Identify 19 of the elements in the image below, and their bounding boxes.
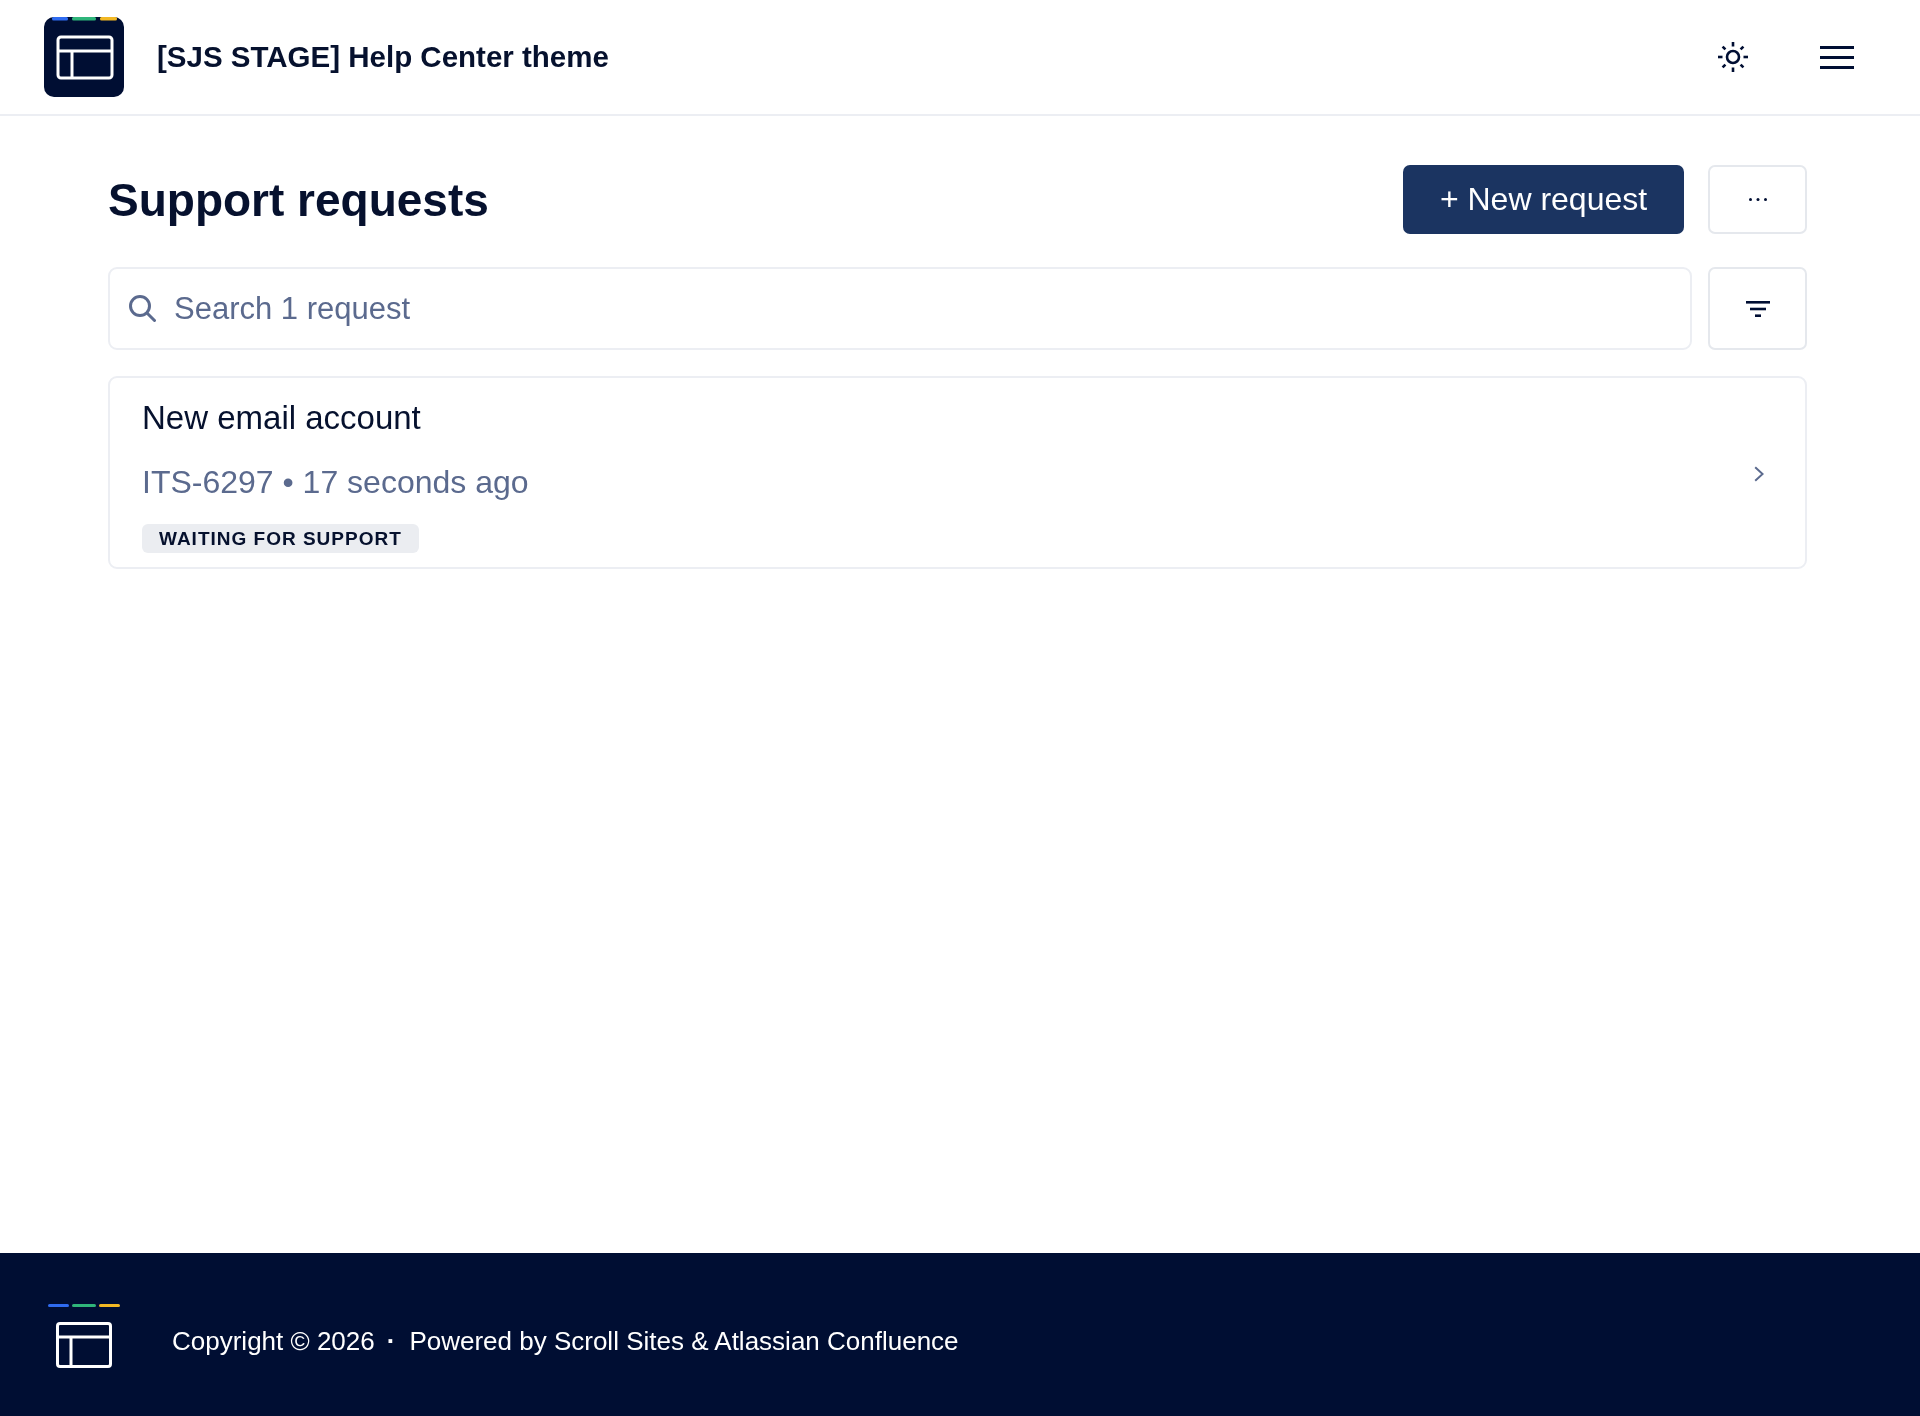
copyright-text: Copyright © 2026 [172, 1326, 375, 1357]
request-title: New email account [142, 398, 421, 438]
site-title[interactable]: [SJS STAGE] Help Center theme [157, 40, 609, 74]
status-badge: WAITING FOR SUPPORT [142, 524, 419, 553]
logo-icon[interactable] [48, 1304, 120, 1369]
search-icon [128, 294, 156, 322]
request-meta: ITS-6297 • 17 seconds ago [142, 463, 529, 502]
menu-icon[interactable] [1820, 45, 1854, 69]
chevron-right-icon [1754, 465, 1764, 482]
request-card[interactable]: New email account ITS-6297 • 17 seconds ago WAITING FOR SUPPORT [108, 376, 1807, 569]
new-request-button[interactable]: + New request [1403, 165, 1684, 234]
more-icon [1748, 198, 1767, 201]
powered-by-text: Powered by Scroll Sites & Atlassian Confluence [409, 1326, 959, 1357]
search-field[interactable]: Search 1 request [108, 267, 1692, 350]
separator-dot: · [386, 1326, 396, 1357]
page-title: Support requests [108, 172, 489, 227]
sun-icon[interactable] [1718, 42, 1748, 72]
filter-icon [1745, 300, 1770, 317]
logo-icon[interactable] [44, 17, 124, 97]
